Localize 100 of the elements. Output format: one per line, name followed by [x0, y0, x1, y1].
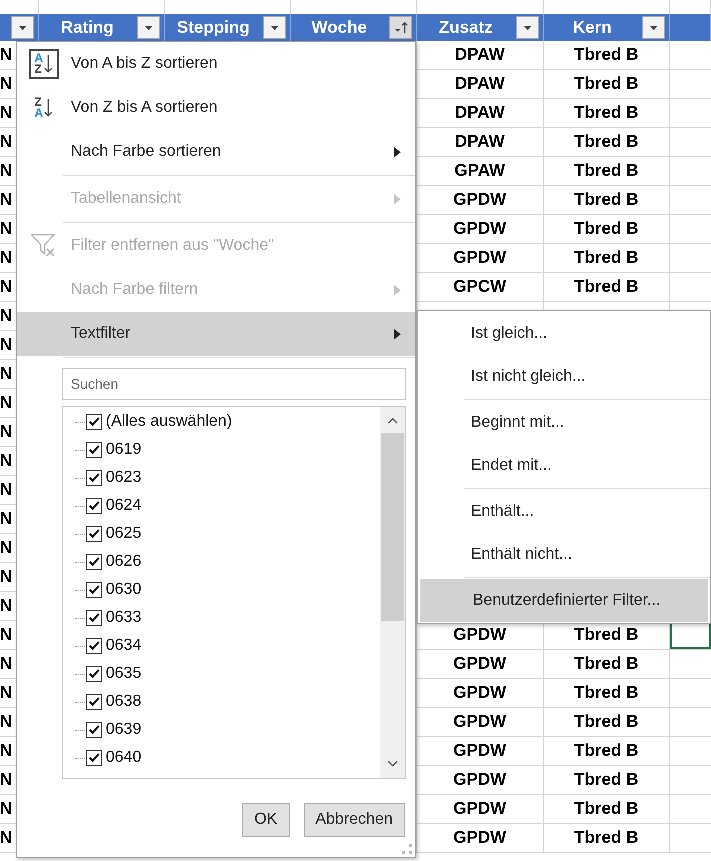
value-list-item[interactable]: 0635: [75, 660, 380, 688]
checkbox[interactable]: [86, 638, 102, 654]
table-cell-text: N: [0, 218, 12, 240]
table-cell-text: GPDW: [454, 682, 506, 704]
table-cell-text: N: [0, 363, 12, 386]
table-cell-text: N: [0, 624, 12, 646]
table-cell-text: Tbred B: [574, 711, 639, 734]
checkbox[interactable]: [86, 750, 102, 766]
filter-dropdown-button[interactable]: [11, 16, 34, 39]
menu-item[interactable]: Enthält nicht...: [418, 533, 710, 576]
table-cell-text: Tbred B: [574, 798, 639, 820]
value-list-item[interactable]: 0624: [75, 492, 380, 520]
table-cell-text: N: [0, 160, 12, 182]
table-cell-text: Tbred B: [574, 189, 639, 212]
filter-dropdown-button[interactable]: [642, 16, 665, 39]
table-cell-text: Tbred B: [574, 276, 639, 298]
table-cell-text: DPAW: [455, 131, 505, 154]
resize-grip-icon[interactable]: [402, 844, 412, 854]
menu-item[interactable]: Beginnt mit...: [418, 401, 710, 444]
table-cell-text: N: [0, 566, 12, 588]
column-header: Woche: [310, 16, 368, 39]
value-list-item[interactable]: 0630: [75, 576, 380, 604]
table-cell-text: N: [0, 189, 12, 212]
checkbox[interactable]: [86, 610, 102, 626]
table-cell-text: N: [0, 276, 12, 298]
table-cell-text: Tbred B: [574, 73, 639, 96]
filter-dropdown-button[interactable]: [263, 16, 286, 39]
sort-filter-icon: [392, 20, 408, 34]
table-cell-text: N: [0, 537, 12, 560]
value-list-item[interactable]: 0619: [75, 436, 380, 464]
clear-filter-icon: [31, 234, 57, 258]
cancel-button[interactable]: Abbrechen: [304, 803, 405, 837]
ok-button[interactable]: OK: [242, 803, 290, 837]
search-field[interactable]: Suchen: [62, 368, 406, 400]
menu-item[interactable]: Ist gleich...: [418, 312, 710, 355]
table-cell-text: N: [0, 769, 12, 792]
value-list-item[interactable]: 0626: [75, 548, 380, 576]
scrollbar-thumb[interactable]: [381, 433, 404, 621]
table-cell-text: N: [0, 334, 12, 356]
checkbox[interactable]: [86, 414, 102, 430]
checkbox[interactable]: [86, 526, 102, 542]
table-cell-text: Tbred B: [574, 247, 639, 270]
table-cell-text: N: [0, 102, 12, 124]
column-header: Stepping: [176, 16, 251, 39]
table-cell-text: GPDW: [454, 827, 506, 850]
table-cell-text: N: [0, 479, 12, 502]
menu-item[interactable]: Endet mit...: [418, 444, 710, 487]
menu-item[interactable]: Enthält...: [418, 490, 710, 533]
menu-item[interactable]: Textfilter: [17, 312, 415, 356]
filter-dropdown-button[interactable]: [137, 16, 160, 39]
table-cell-text: GPDW: [454, 247, 506, 270]
table-cell-text: Tbred B: [574, 624, 639, 646]
submenu-arrow-icon: [394, 146, 401, 158]
menu-item[interactable]: Ist nicht gleich...: [418, 355, 710, 398]
table-cell-text: N: [0, 740, 12, 762]
checkbox[interactable]: [86, 694, 102, 710]
table-cell-text: Tbred B: [574, 218, 639, 240]
scrollbar[interactable]: [380, 407, 405, 778]
checkbox[interactable]: [86, 470, 102, 486]
table-cell-text: N: [0, 305, 12, 328]
table-cell-text: N: [0, 450, 12, 472]
value-list-item[interactable]: 0625: [75, 520, 380, 548]
table-cell-text: Tbred B: [574, 160, 639, 182]
filter-dropdown-button[interactable]: [389, 16, 412, 39]
table-cell-text: GPAW: [454, 160, 506, 182]
checkbox[interactable]: [86, 442, 102, 458]
menu-item[interactable]: Z A Von Z bis A sortieren: [17, 86, 415, 130]
menu-item[interactable]: Benutzerdefinierter Filter...: [420, 579, 708, 622]
table-cell-text: N: [0, 73, 12, 96]
filter-dropdown-button[interactable]: [516, 16, 539, 39]
table-cell-text: DPAW: [455, 73, 505, 96]
table-cell-text: GPDW: [454, 798, 506, 820]
table-cell-text: DPAW: [455, 44, 505, 66]
table-cell-text: GPDW: [454, 653, 506, 676]
table-cell-text: N: [0, 392, 12, 414]
checkbox[interactable]: [86, 554, 102, 570]
table-cell-text: Tbred B: [574, 44, 639, 66]
menu-item[interactable]: Nach Farbe sortieren: [17, 130, 415, 174]
value-list-item[interactable]: 0640: [75, 744, 380, 772]
checkbox[interactable]: [86, 582, 102, 598]
value-list-item[interactable]: 0623: [75, 464, 380, 492]
table-cell-text: GPDW: [454, 624, 506, 646]
table-cell-text: Tbred B: [574, 102, 639, 124]
table-cell-text: Tbred B: [574, 682, 639, 704]
value-list-item[interactable]: 0633: [75, 604, 380, 632]
table-cell-text: N: [0, 44, 12, 66]
checkbox[interactable]: [86, 498, 102, 514]
value-list-item[interactable]: (Alles auswählen): [75, 408, 380, 436]
value-list-item[interactable]: 0639: [75, 716, 380, 744]
table-cell-text: DPAW: [455, 102, 505, 124]
submenu-arrow-icon: [394, 328, 401, 340]
table-cell-text: N: [0, 421, 12, 444]
submenu-arrow-icon: [394, 284, 401, 296]
table-cell-text: N: [0, 595, 12, 618]
checkbox[interactable]: [86, 666, 102, 682]
table-cell-text: N: [0, 247, 12, 270]
value-list-item[interactable]: 0638: [75, 688, 380, 716]
menu-item[interactable]: A Z Von A bis Z sortieren: [17, 42, 415, 86]
checkbox[interactable]: [86, 722, 102, 738]
value-list-item[interactable]: 0634: [75, 632, 380, 660]
